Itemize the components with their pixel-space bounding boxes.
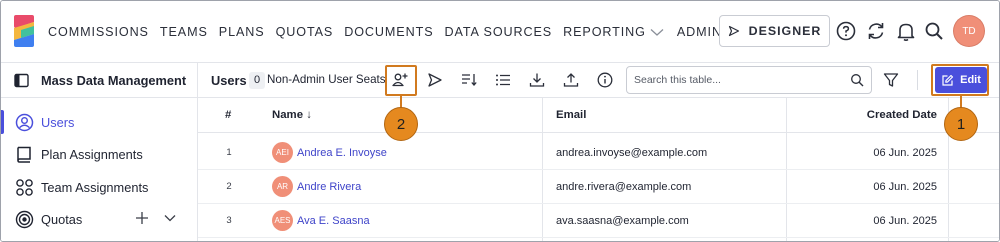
- top-nav: COMMISSIONS TEAMS PLANS QUOTAS DOCUMENTS…: [1, 1, 999, 63]
- bell-icon[interactable]: [895, 20, 917, 42]
- user-avatar[interactable]: TD: [954, 16, 984, 46]
- nav-item-plans[interactable]: PLANS: [219, 25, 265, 39]
- plus-icon[interactable]: [135, 211, 149, 225]
- target-icon: [15, 210, 34, 228]
- nav-item-documents[interactable]: DOCUMENTS: [344, 25, 433, 39]
- designer-label: DESIGNER: [748, 24, 822, 38]
- book-icon: [17, 146, 31, 163]
- active-indicator: [1, 110, 4, 134]
- app-logo-icon[interactable]: [13, 14, 35, 48]
- name-cell: AES Ava E. Saasna: [272, 210, 370, 231]
- team-icon: [16, 178, 33, 196]
- nav-item-teams[interactable]: TEAMS: [160, 25, 208, 39]
- edit-icon: [942, 74, 954, 86]
- main-nav: COMMISSIONS TEAMS PLANS QUOTAS DOCUMENTS…: [48, 23, 753, 41]
- callout-badge-2: 2: [384, 107, 418, 141]
- column-header-created-date[interactable]: Created Date: [867, 109, 937, 121]
- avatar: AEI: [272, 142, 293, 163]
- column-header-number[interactable]: #: [225, 109, 231, 121]
- upload-icon[interactable]: [562, 71, 580, 89]
- email-cell: andre.rivera@example.com: [556, 181, 692, 193]
- search-icon[interactable]: [923, 20, 945, 42]
- avatar: AES: [272, 210, 293, 231]
- sidebar: Mass Data Management Users Plan Assignme…: [1, 63, 198, 241]
- row-number: 2: [226, 181, 232, 192]
- sidebar-item-quotas[interactable]: Quotas: [1, 203, 198, 235]
- add-user-icon[interactable]: [391, 71, 409, 89]
- sidebar-header: Mass Data Management: [1, 63, 198, 98]
- sidebar-item-label: Users: [41, 114, 75, 130]
- sidebar-item-users[interactable]: Users: [1, 106, 198, 138]
- designer-button[interactable]: DESIGNER: [719, 15, 830, 47]
- table-title: Users: [211, 73, 247, 88]
- sidebar-item-team-assignments[interactable]: Team Assignments: [1, 171, 198, 203]
- created-date-cell: 06 Jun. 2025: [873, 181, 937, 193]
- help-icon[interactable]: [835, 20, 857, 42]
- email-cell: andrea.invoyse@example.com: [556, 147, 708, 159]
- toolbar-divider: [917, 70, 918, 90]
- send-icon: [728, 25, 739, 37]
- nav-item-quotas[interactable]: QUOTAS: [276, 25, 334, 39]
- chevron-down-icon[interactable]: [163, 211, 177, 225]
- nav-item-commissions[interactable]: COMMISSIONS: [48, 25, 149, 39]
- sidebar-item-label: Team Assignments: [41, 179, 149, 195]
- quotas-actions: [128, 211, 184, 225]
- search-icon[interactable]: [850, 73, 864, 87]
- row-number: 1: [226, 147, 232, 158]
- seats-label: Non-Admin User Seats: [267, 73, 386, 86]
- filter-icon[interactable]: [882, 71, 900, 89]
- table-row[interactable]: 2 AR Andre Rivera andre.rivera@example.c…: [198, 171, 999, 204]
- callout-badge-1: 1: [944, 107, 978, 141]
- user-circle-icon: [15, 113, 34, 131]
- seat-count-badge: 0: [249, 72, 266, 89]
- row-number: 3: [226, 215, 232, 226]
- avatar: AR: [272, 176, 293, 197]
- sort-desc-icon: ↓: [306, 109, 312, 121]
- download-icon[interactable]: [528, 71, 546, 89]
- app-window: COMMISSIONS TEAMS PLANS QUOTAS DOCUMENTS…: [0, 0, 1000, 242]
- user-name-link[interactable]: Ava E. Saasna: [297, 215, 370, 227]
- table-row[interactable]: 3 AES Ava E. Saasna ava.saasna@example.c…: [198, 205, 999, 238]
- sidebar-item-label: Plan Assignments: [41, 146, 143, 162]
- send-icon[interactable]: [426, 71, 444, 89]
- users-table: # Name ↓ Email Created Date 1 AEI Andrea…: [198, 98, 999, 241]
- table-row[interactable]: 1 AEI Andrea E. Invoyse andrea.invoyse@e…: [198, 137, 999, 170]
- table-toolbar: Users 0 Non-Admin User Seats Search this…: [198, 63, 999, 98]
- search-input[interactable]: [634, 72, 844, 88]
- list-icon[interactable]: [494, 71, 512, 89]
- table-search[interactable]: [626, 66, 872, 94]
- column-header-email[interactable]: Email: [556, 109, 586, 121]
- email-cell: ava.saasna@example.com: [556, 215, 689, 227]
- sidebar-item-label: Quotas: [41, 211, 83, 227]
- name-cell: AR Andre Rivera: [272, 176, 361, 197]
- created-date-cell: 06 Jun. 2025: [873, 147, 937, 159]
- panel-icon[interactable]: [14, 73, 29, 88]
- sidebar-item-plan-assignments[interactable]: Plan Assignments: [1, 138, 198, 170]
- nav-item-reporting[interactable]: REPORTING: [563, 25, 666, 39]
- sidebar-title: Mass Data Management: [41, 72, 187, 88]
- edit-button[interactable]: Edit: [935, 67, 987, 93]
- chevron-down-icon: [650, 28, 664, 36]
- name-cell: AEI Andrea E. Invoyse: [272, 142, 387, 163]
- refresh-icon[interactable]: [865, 20, 887, 42]
- info-icon[interactable]: [596, 71, 614, 89]
- created-date-cell: 06 Jun. 2025: [873, 215, 937, 227]
- user-name-link[interactable]: Andrea E. Invoyse: [297, 147, 387, 159]
- column-header-name[interactable]: Name ↓: [272, 109, 312, 121]
- nav-item-data-sources[interactable]: DATA SOURCES: [445, 25, 553, 39]
- edit-label: Edit: [960, 74, 981, 86]
- table-header: # Name ↓ Email Created Date: [198, 98, 999, 133]
- sort-list-icon[interactable]: [460, 71, 478, 89]
- user-name-link[interactable]: Andre Rivera: [297, 181, 361, 193]
